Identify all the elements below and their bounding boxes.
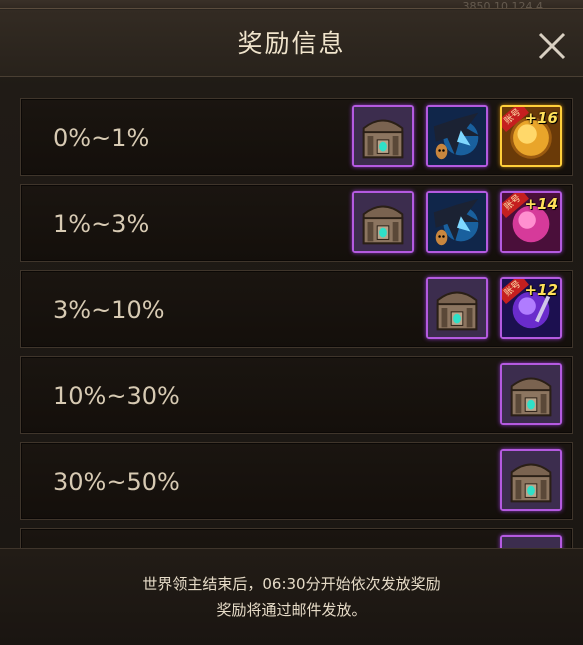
rank-range-label: 0%~1% xyxy=(53,124,150,152)
rank-range-label: 3%~10% xyxy=(53,296,165,324)
reward-item-slot[interactable] xyxy=(426,277,488,339)
footer-line-1: 世界领主结束后，06:30分开始依次发放奖励 xyxy=(142,575,441,593)
reward-item-slot[interactable] xyxy=(500,535,562,548)
rank-range-label: 10%~30% xyxy=(53,382,180,410)
reward-item-slot[interactable] xyxy=(426,191,488,253)
reward-tier-row: 0%~1% 账号 +16 xyxy=(20,98,573,176)
reward-items xyxy=(500,449,562,511)
reward-item-slot[interactable] xyxy=(352,105,414,167)
footer-notice: 世界领主结束后，06:30分开始依次发放奖励 奖励将通过邮件发放。 xyxy=(0,548,583,645)
reward-items: 账号 +14 xyxy=(352,191,562,253)
reward-items: 账号 +12 xyxy=(426,277,562,339)
treasure-chest-icon xyxy=(428,279,486,337)
enhance-level-label: +16 xyxy=(524,109,558,127)
reward-item-slot[interactable] xyxy=(500,449,562,511)
reward-tier-row: 30%~50% xyxy=(20,442,573,520)
reward-item-slot[interactable]: 账号 +12 xyxy=(500,277,562,339)
close-button[interactable] xyxy=(532,26,572,66)
enhance-level-label: +14 xyxy=(524,195,558,213)
reward-tier-list[interactable]: 0%~1% 账号 +16 1%~3% 账号 +14 3%~10% 账号 +12 10%~30… xyxy=(20,98,573,548)
close-icon xyxy=(538,32,566,60)
title-bar: 奖励信息 xyxy=(0,10,583,77)
treasure-chest-icon xyxy=(502,537,560,548)
reward-item-slot[interactable]: 账号 +16 xyxy=(500,105,562,167)
dark-dragon-icon xyxy=(428,193,486,251)
reward-tier-row xyxy=(20,528,573,548)
enhance-level-label: +12 xyxy=(524,281,558,299)
reward-item-slot[interactable] xyxy=(352,191,414,253)
treasure-chest-icon xyxy=(354,193,412,251)
reward-item-slot[interactable]: 账号 +14 xyxy=(500,191,562,253)
reward-item-slot[interactable] xyxy=(426,105,488,167)
reward-tier-row: 1%~3% 账号 +14 xyxy=(20,184,573,262)
treasure-chest-icon xyxy=(502,365,560,423)
rank-range-label: 30%~50% xyxy=(53,468,180,496)
footer-line-2: 奖励将通过邮件发放。 xyxy=(216,601,367,619)
rank-range-label: 1%~3% xyxy=(53,210,150,238)
dark-dragon-icon xyxy=(428,107,486,165)
reward-tier-row: 10%~30% xyxy=(20,356,573,434)
treasure-chest-icon xyxy=(502,451,560,509)
reward-item-slot[interactable] xyxy=(500,363,562,425)
reward-items xyxy=(500,363,562,425)
reward-items: 账号 +16 xyxy=(352,105,562,167)
reward-tier-row: 3%~10% 账号 +12 xyxy=(20,270,573,348)
reward-items xyxy=(500,535,562,548)
treasure-chest-icon xyxy=(354,107,412,165)
panel-title: 奖励信息 xyxy=(237,29,346,58)
